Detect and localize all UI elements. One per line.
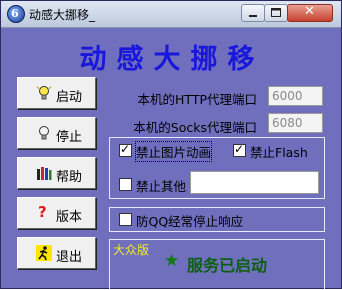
version-button[interactable]: ? 版本 bbox=[17, 197, 96, 229]
maximize-button[interactable] bbox=[264, 4, 288, 22]
socks-port-field[interactable] bbox=[268, 113, 323, 133]
running-man-icon bbox=[36, 245, 52, 261]
socks-port-label: 本机的Socks代理端口 bbox=[133, 120, 257, 135]
close-button[interactable]: ✕ bbox=[287, 4, 333, 22]
help-button-label: 帮助 bbox=[56, 170, 83, 185]
lightbulb-lit-icon bbox=[36, 86, 52, 100]
question-icon: ? bbox=[38, 203, 47, 221]
app-window: 6 动感大挪移_ ✕ 动感大挪移 启动 停止 帮助 ? 版本 退出 本机的HTT… bbox=[0, 0, 342, 290]
service-status-text: 服务已启动 bbox=[187, 256, 268, 275]
block-image-anim-label[interactable]: 禁止图片动画 bbox=[134, 141, 213, 162]
block-flash-checkbox[interactable]: ✓ bbox=[233, 142, 246, 157]
checkmark-icon: ✓ bbox=[120, 142, 131, 156]
block-flash-label[interactable]: 禁止Flash bbox=[250, 142, 308, 161]
edition-label: 大众版 bbox=[113, 243, 150, 257]
qq-keepalive-checkbox[interactable] bbox=[119, 213, 132, 226]
version-button-label: 版本 bbox=[56, 210, 83, 225]
help-button[interactable]: 帮助 bbox=[17, 157, 96, 189]
app-icon: 6 bbox=[7, 5, 25, 23]
checkmark-icon: ✓ bbox=[234, 142, 245, 156]
stop-button-label: 停止 bbox=[56, 130, 83, 145]
http-port-field[interactable] bbox=[268, 86, 323, 106]
minimize-icon bbox=[249, 15, 257, 17]
qq-keepalive-label[interactable]: 防QQ经常停止响应 bbox=[136, 211, 243, 230]
minimize-button[interactable] bbox=[241, 4, 265, 22]
close-icon: ✕ bbox=[304, 4, 315, 19]
star-icon: ★ bbox=[164, 251, 180, 271]
start-button[interactable]: 启动 bbox=[17, 77, 96, 109]
lightbulb-off-icon bbox=[39, 126, 49, 140]
block-other-label[interactable]: 禁止其他 bbox=[136, 176, 186, 195]
app-heading: 动感大挪移 bbox=[79, 44, 265, 75]
http-port-label: 本机的HTTP代理端口 bbox=[137, 92, 258, 107]
exit-button-label: 退出 bbox=[56, 250, 83, 265]
title-bar[interactable]: 6 动感大挪移_ ✕ bbox=[1, 1, 341, 28]
start-button-label: 启动 bbox=[56, 90, 83, 105]
block-other-checkbox[interactable] bbox=[119, 178, 132, 191]
window-title: 动感大挪移_ bbox=[29, 8, 96, 22]
block-other-input[interactable] bbox=[190, 171, 319, 194]
block-image-anim-checkbox[interactable]: ✓ bbox=[119, 142, 132, 157]
exit-button[interactable]: 退出 bbox=[17, 237, 96, 269]
maximize-icon bbox=[271, 8, 281, 17]
stop-button[interactable]: 停止 bbox=[17, 117, 96, 149]
books-icon bbox=[37, 167, 52, 180]
